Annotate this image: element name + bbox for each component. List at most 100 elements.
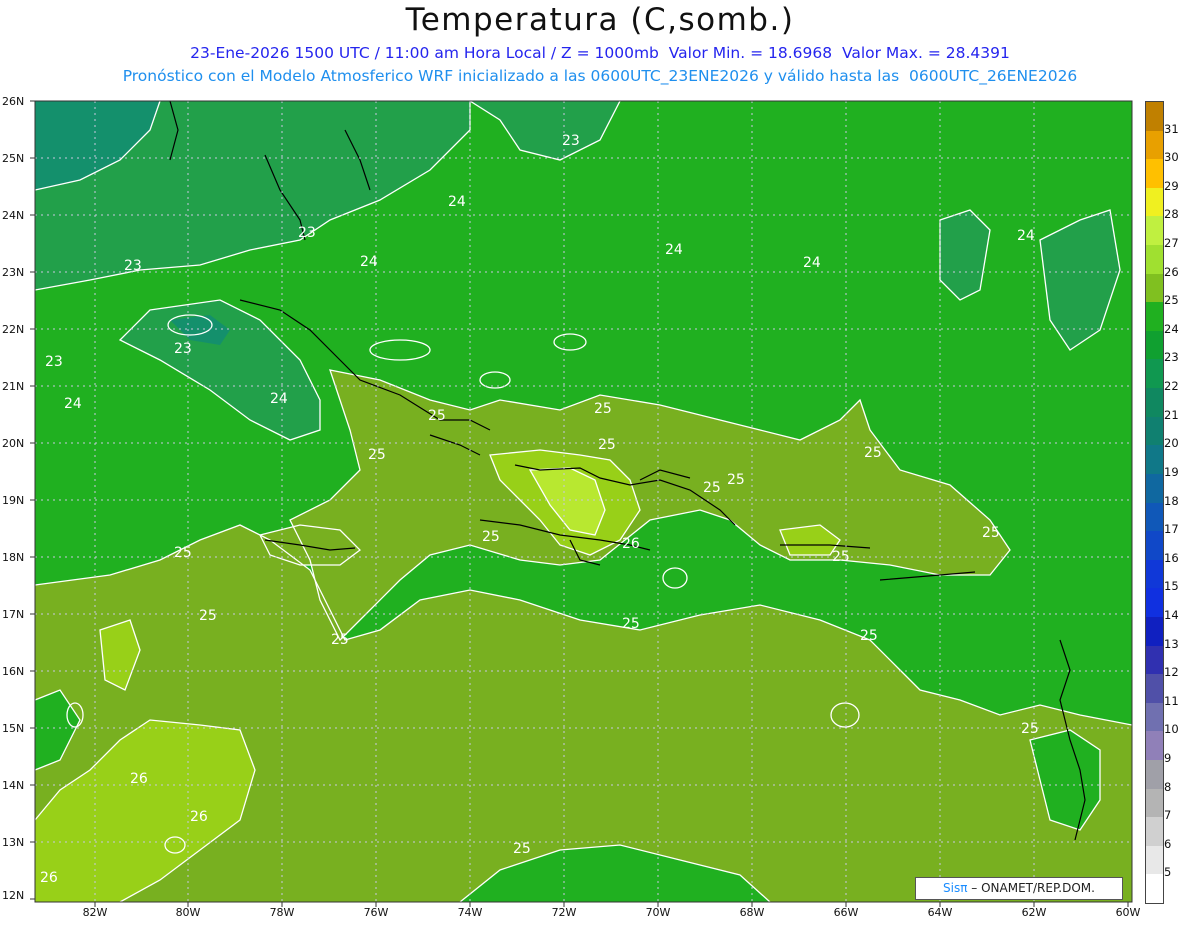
legend-tick-label: 20: [1164, 436, 1179, 451]
legend-swatch: [1146, 245, 1163, 275]
contour-label: 24: [448, 194, 466, 210]
lat-label: 17N: [2, 608, 25, 621]
legend-swatch: [1146, 674, 1163, 704]
legend-tick-label: 27: [1164, 236, 1179, 251]
legend-swatch: [1146, 616, 1163, 647]
legend-swatch: [1146, 531, 1163, 561]
legend-tick-label: 17: [1164, 522, 1179, 537]
lat-label: 26N: [2, 95, 25, 108]
contour-label: 25: [513, 841, 531, 857]
legend-tick-label: 30: [1164, 150, 1179, 165]
lat-label: 23N: [2, 266, 25, 279]
lon-label: 78W: [269, 906, 295, 919]
lon-label: 76W: [363, 906, 389, 919]
legend-tick-label: 7: [1164, 808, 1172, 823]
legend-swatch: [1146, 102, 1163, 132]
lon-label: 64W: [927, 906, 953, 919]
legend-swatch: [1146, 159, 1163, 189]
contour-label: 25: [864, 445, 882, 461]
legend-swatch: [1146, 187, 1163, 217]
lat-label: 21N: [2, 380, 25, 393]
legend-swatch: [1146, 502, 1163, 532]
contour-label: 25: [594, 401, 612, 417]
contour-label: 26: [190, 809, 208, 825]
contour-label: 26: [40, 870, 58, 886]
lat-label: 24N: [2, 209, 25, 222]
legend-swatch: [1146, 702, 1163, 732]
lon-label: 62W: [1021, 906, 1047, 919]
lon-label: 70W: [645, 906, 671, 919]
legend-swatch: [1146, 759, 1163, 790]
lon-label: 68W: [739, 906, 765, 919]
contour-label: 25: [199, 608, 217, 624]
lat-label: 15N: [2, 722, 25, 735]
lon-label: 80W: [175, 906, 201, 919]
contour-label: 26: [130, 771, 148, 787]
legend-tick-label: 26: [1164, 264, 1179, 279]
legend-swatch: [1146, 874, 1163, 904]
lat-label: 22N: [2, 323, 25, 336]
legend-swatch: [1146, 416, 1163, 446]
contour-label: 25: [832, 549, 850, 565]
contour-label: 23: [562, 133, 580, 149]
legend-tick-label: 28: [1164, 207, 1179, 222]
legend-tick-label: 11: [1164, 693, 1179, 708]
contour-label: 25: [598, 437, 616, 453]
legend-tick-label: 14: [1164, 607, 1179, 622]
contour-label: 25: [982, 525, 1000, 541]
legend-tick-label: 23: [1164, 350, 1179, 365]
legend-tick-label: 22: [1164, 379, 1179, 394]
legend-swatch: [1146, 817, 1163, 847]
legend-swatch: [1146, 302, 1163, 332]
legend-swatch: [1146, 588, 1163, 618]
contour-label: 25: [727, 472, 745, 488]
legend-tick-label: 18: [1164, 493, 1179, 508]
contour-label: 25: [428, 408, 446, 424]
legend-tick-label: 15: [1164, 579, 1179, 594]
color-legend: [1145, 101, 1164, 904]
legend-tick-label: 10: [1164, 722, 1179, 737]
contour-label: 24: [1017, 228, 1035, 244]
legend-swatch: [1146, 330, 1163, 360]
contour-label: 25: [860, 628, 878, 644]
contour-label: 26: [622, 536, 640, 552]
legend-tick-label: 13: [1164, 636, 1179, 651]
lat-label: 12N: [2, 889, 25, 902]
lat-label: 20N: [2, 437, 25, 450]
legend-swatch: [1146, 788, 1163, 818]
contour-label: 25: [622, 616, 640, 632]
contour-label: 25: [1021, 721, 1039, 737]
contour-label: 24: [665, 242, 683, 258]
lat-label: 25N: [2, 152, 25, 165]
legend-swatch: [1146, 473, 1163, 503]
contour-label: 23: [174, 341, 192, 357]
lat-label: 18N: [2, 551, 25, 564]
legend-tick-label: 12: [1164, 665, 1179, 680]
credit-box: Sisπ – ONAMET/REP.DOM.: [915, 877, 1123, 900]
legend-swatch: [1146, 388, 1163, 418]
legend-swatch: [1146, 273, 1163, 303]
lat-label: 19N: [2, 494, 25, 507]
legend-tick-label: 19: [1164, 464, 1179, 479]
lat-label: 16N: [2, 665, 25, 678]
legend-swatch: [1146, 731, 1163, 761]
legend-tick-label: 21: [1164, 407, 1179, 422]
contour-label: 24: [803, 255, 821, 271]
temperature-map: 23 23 24 23 24 24 24 24 23 23 24 24 25 2…: [30, 100, 1133, 907]
brand-logo-text: Sisπ: [943, 881, 968, 895]
legend-swatch: [1146, 559, 1163, 589]
legend-tick-label: 24: [1164, 321, 1179, 336]
legend-tick-label: 25: [1164, 293, 1179, 308]
legend-tick-label: 29: [1164, 178, 1179, 193]
lon-label: 82W: [82, 906, 108, 919]
legend-tick-label: 31: [1164, 121, 1179, 136]
contour-label: 24: [270, 391, 288, 407]
contour-label: 25: [368, 447, 386, 463]
contour-label: 24: [64, 396, 82, 412]
legend-tick-label: 9: [1164, 750, 1172, 765]
legend-swatch: [1146, 845, 1163, 875]
contour-label: 23: [124, 258, 142, 274]
contour-label: 24: [360, 254, 378, 270]
legend-swatch: [1146, 130, 1163, 160]
contour-label: 25: [174, 545, 192, 561]
